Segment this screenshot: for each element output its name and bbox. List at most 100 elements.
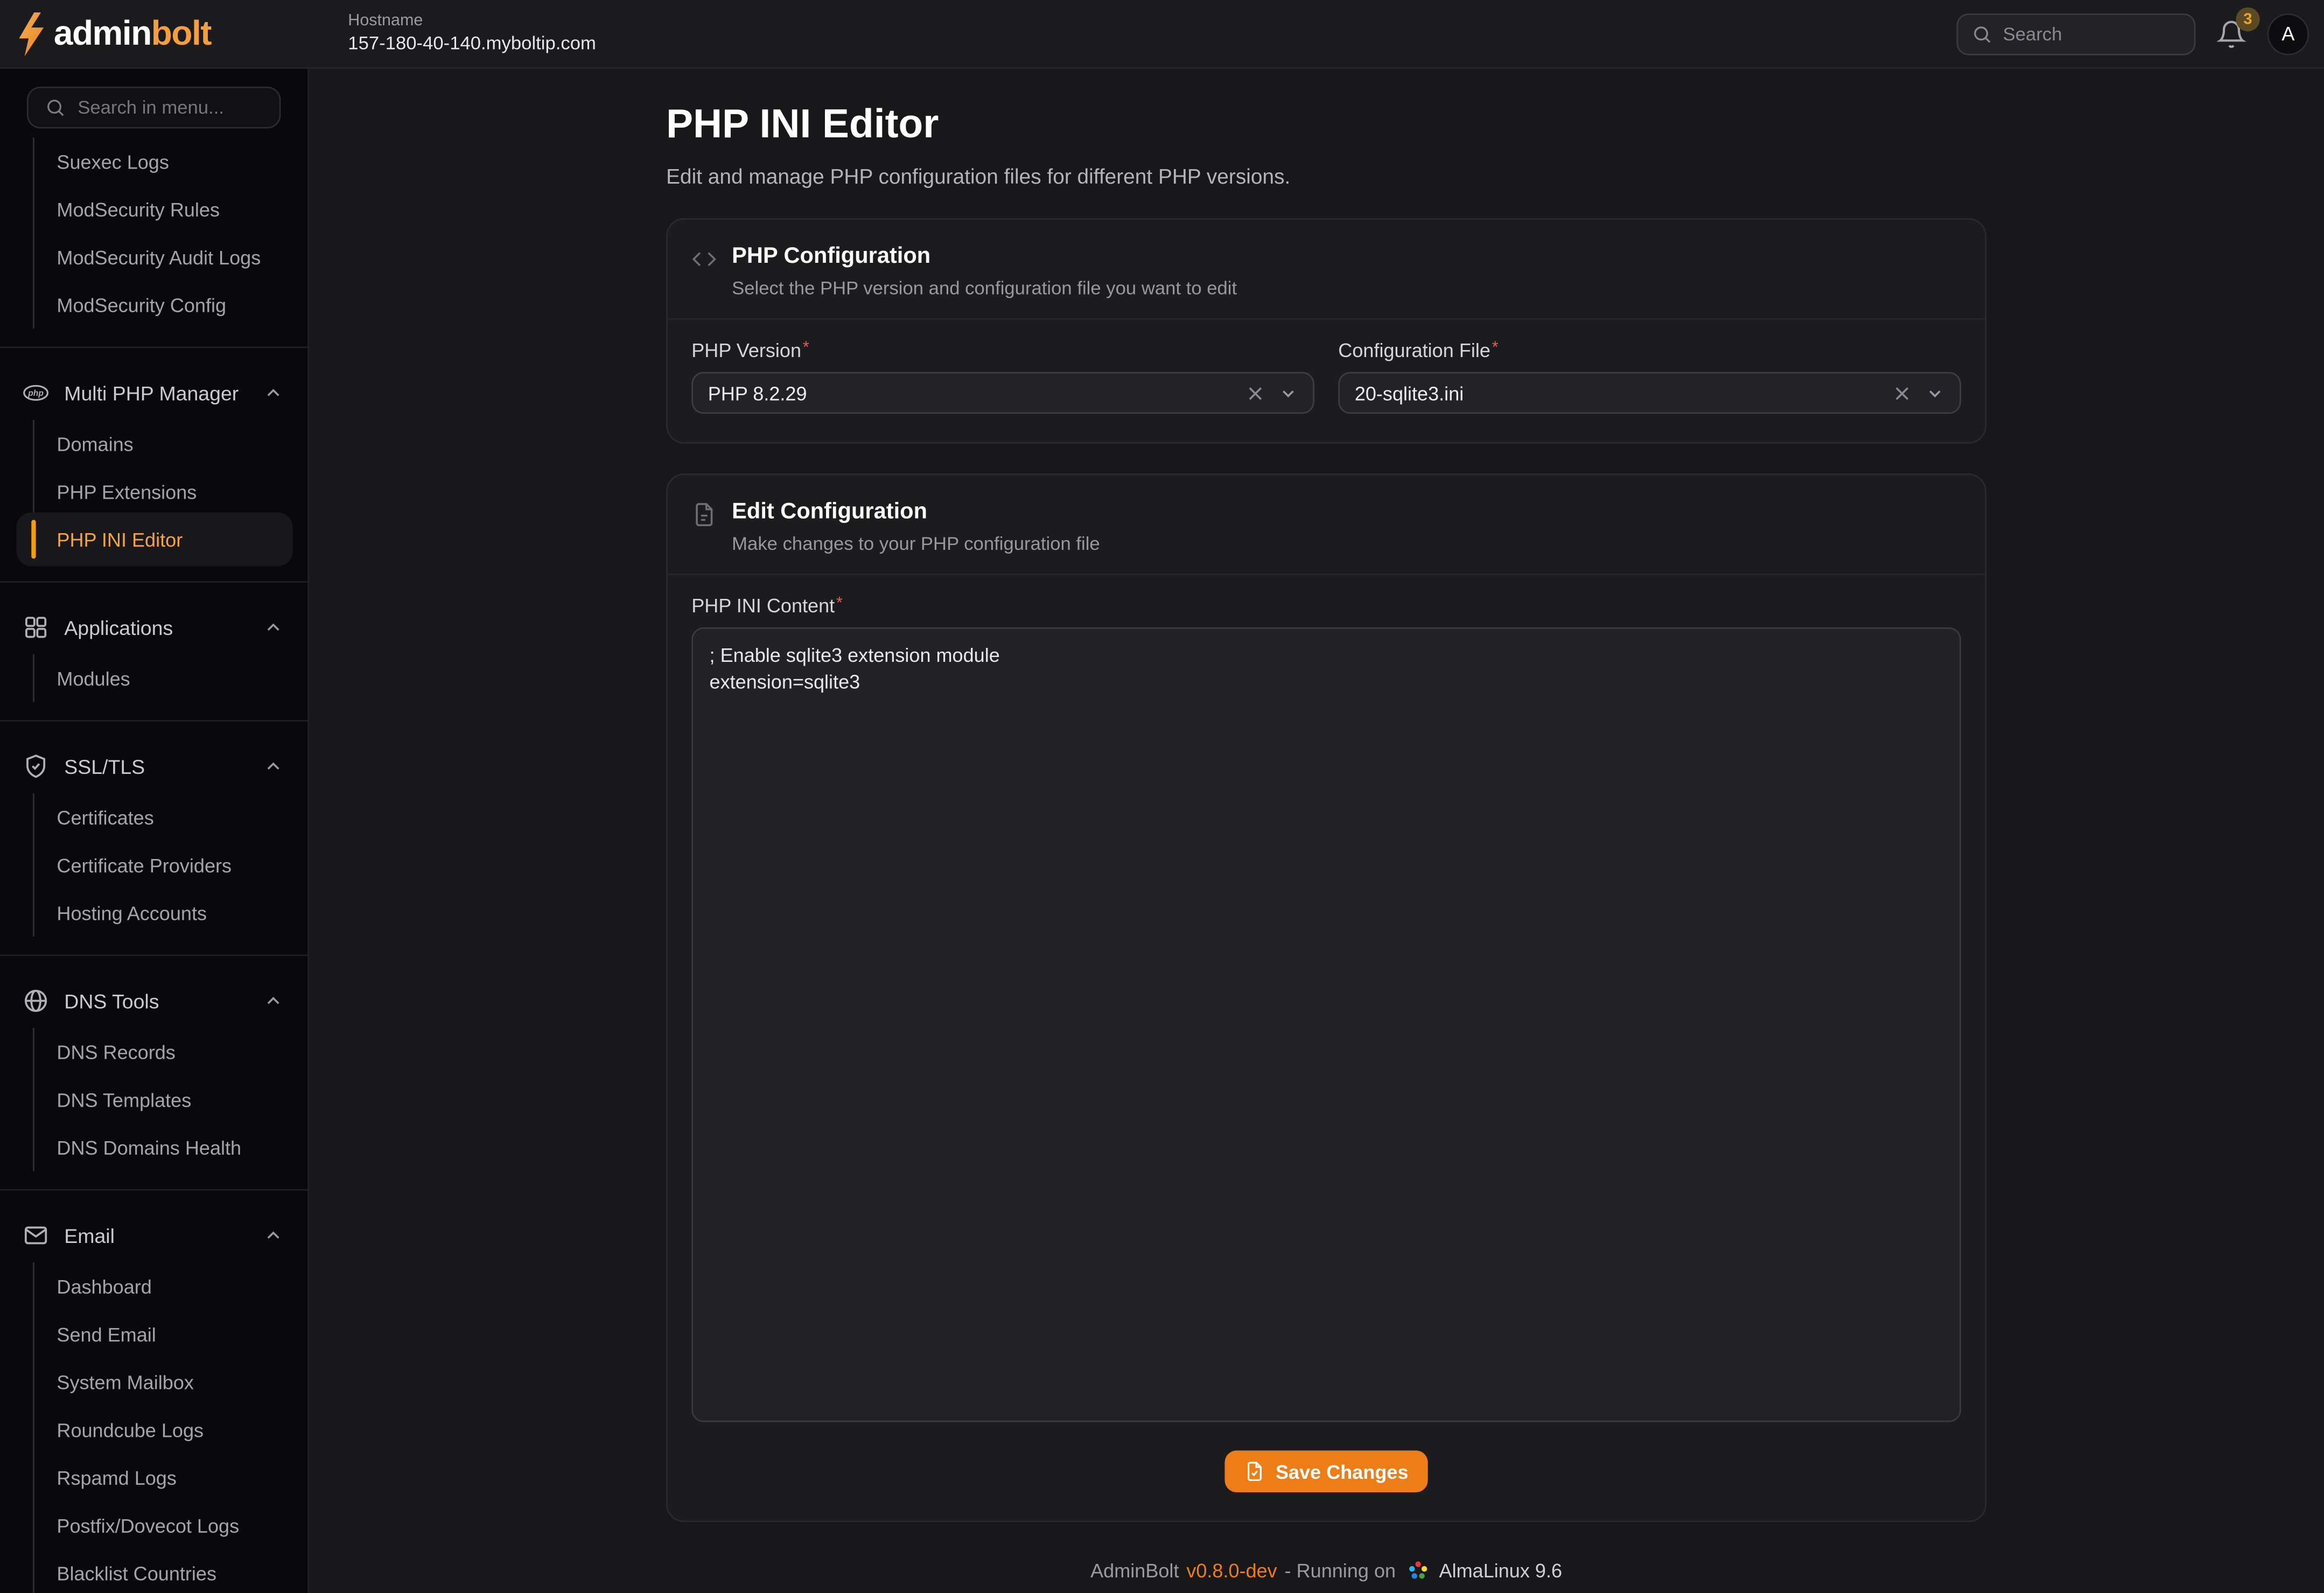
sidebar-item-dns-templates[interactable]: DNS Templates	[34, 1075, 308, 1123]
php-icon: php	[23, 380, 50, 407]
required-asterisk: *	[836, 595, 843, 612]
footer-os-name: AlmaLinux 9.6	[1439, 1560, 1563, 1582]
svg-text:php: php	[27, 389, 44, 398]
sidebar-item-certificates[interactable]: Certificates	[34, 793, 308, 841]
footer-version: v0.8.0-dev	[1186, 1560, 1277, 1582]
php-ini-content-textarea[interactable]: ; Enable sqlite3 extension module extens…	[691, 627, 1961, 1422]
hostname-label: Hostname	[348, 12, 596, 32]
sidebar-item-php-ini-editor[interactable]: PHP INI Editor	[34, 515, 308, 563]
sidebar-section-label: Multi PHP Manager	[64, 382, 263, 404]
php-version-field: PHP Version* PHP 8.2.29	[691, 339, 1314, 414]
sidebar-section-label: SSL/TLS	[64, 755, 263, 778]
sidebar-item-label: Certificate Providers	[57, 854, 232, 876]
globe-icon	[23, 987, 50, 1014]
sidebar-item-hosting-accounts[interactable]: Hosting Accounts	[34, 889, 308, 937]
sidebar-search[interactable]	[27, 87, 281, 129]
chevron-up-icon	[263, 382, 284, 403]
notifications-button[interactable]: 3	[2216, 19, 2246, 48]
chevron-up-icon	[263, 990, 284, 1011]
sidebar-item-suexec-logs[interactable]: Suexec Logs	[34, 137, 308, 185]
sidebar-item-label: Send Email	[57, 1323, 156, 1345]
sidebar-item-modsecurity-audit-logs[interactable]: ModSecurity Audit Logs	[34, 233, 308, 281]
chevron-down-icon[interactable]	[1278, 383, 1298, 402]
notifications-badge: 3	[2236, 6, 2259, 30]
required-asterisk: *	[1492, 339, 1499, 357]
sidebar-item-dns-records[interactable]: DNS Records	[34, 1028, 308, 1075]
sidebar-item-label: ModSecurity Config	[57, 294, 226, 316]
brand-name: adminbolt	[54, 13, 211, 54]
configuration-file-label: Configuration File*	[1338, 339, 1961, 362]
sidebar-item-postfix-dovecot-logs[interactable]: Postfix/Dovecot Logs	[34, 1501, 308, 1549]
sidebar-item-label: DNS Records	[57, 1040, 175, 1063]
sidebar-divider	[0, 954, 307, 956]
sidebar-item-modsecurity-rules[interactable]: ModSecurity Rules	[34, 185, 308, 233]
chevron-up-icon	[263, 756, 284, 777]
file-text-icon	[691, 502, 717, 527]
topbar-search-input[interactable]	[2003, 23, 2181, 44]
sidebar-item-label: Certificates	[57, 806, 153, 828]
clear-icon[interactable]	[1245, 383, 1265, 402]
grid-icon	[23, 614, 50, 641]
configuration-file-select[interactable]: 20-sqlite3.ini	[1338, 372, 1961, 414]
almalinux-logo-icon	[1406, 1560, 1429, 1582]
sidebar-item-php-extensions[interactable]: PHP Extensions	[34, 467, 308, 515]
sidebar-item-blacklist-countries[interactable]: Blacklist Countries	[34, 1549, 308, 1593]
sidebar-item-dns-domains-health[interactable]: DNS Domains Health	[34, 1123, 308, 1171]
sidebar-search-input[interactable]	[78, 97, 263, 118]
chevron-up-icon	[263, 1225, 284, 1246]
sidebar-section-label: Applications	[64, 616, 263, 639]
sidebar-nav: Suexec Logs ModSecurity Rules ModSecurit…	[0, 137, 307, 1593]
sidebar-item-label: Dashboard	[57, 1275, 151, 1297]
sidebar-section-ssl-tls[interactable]: SSL/TLS	[0, 739, 307, 793]
sidebar-item-label: DNS Domains Health	[57, 1136, 241, 1158]
configuration-file-field: Configuration File* 20-sqlite3.ini	[1338, 339, 1961, 414]
sidebar: Suexec Logs ModSecurity Rules ModSecurit…	[0, 69, 309, 1593]
card-title: Edit Configuration	[732, 499, 1100, 524]
sidebar-item-roundcube-logs[interactable]: Roundcube Logs	[34, 1406, 308, 1454]
sidebar-item-modsecurity-config[interactable]: ModSecurity Config	[34, 281, 308, 329]
sidebar-item-label: PHP INI Editor	[57, 528, 183, 551]
sidebar-item-label: ModSecurity Audit Logs	[57, 246, 261, 268]
sidebar-divider	[0, 347, 307, 348]
sidebar-item-label: Hosting Accounts	[57, 902, 207, 924]
page-subtitle: Edit and manage PHP configuration files …	[666, 164, 2324, 188]
sidebar-item-label: Modules	[57, 667, 130, 689]
clear-icon[interactable]	[1892, 383, 1912, 402]
php-version-label: PHP Version*	[691, 339, 1314, 362]
edit-configuration-card: Edit Configuration Make changes to your …	[666, 473, 1986, 1522]
sidebar-item-label: Roundcube Logs	[57, 1419, 204, 1441]
save-changes-button[interactable]: Save Changes	[1225, 1450, 1428, 1492]
sidebar-divider	[0, 581, 307, 583]
brand-logo[interactable]: adminbolt	[0, 10, 309, 58]
sidebar-item-certificate-providers[interactable]: Certificate Providers	[34, 841, 308, 889]
sidebar-item-modules[interactable]: Modules	[34, 654, 308, 702]
php-ini-content-label: PHP INI Content*	[691, 595, 1961, 617]
topbar: adminbolt Hostname 157-180-40-140.mybolt…	[0, 0, 2324, 69]
sidebar-item-label: Postfix/Dovecot Logs	[57, 1514, 239, 1536]
sidebar-item-dashboard[interactable]: Dashboard	[34, 1262, 308, 1310]
card-title: PHP Configuration	[732, 243, 1237, 269]
hostname-value: 157-180-40-140.myboltip.com	[348, 32, 596, 55]
chevron-down-icon[interactable]	[1925, 383, 1944, 402]
topbar-search[interactable]	[1957, 13, 2196, 55]
sidebar-section-dns-tools[interactable]: DNS Tools	[0, 974, 307, 1028]
mail-icon	[23, 1222, 50, 1249]
sidebar-item-domains[interactable]: Domains	[34, 420, 308, 467]
main-content: PHP INI Editor Edit and manage PHP confi…	[309, 69, 2324, 1593]
footer: AdminBolt v0.8.0-dev - Running on AlmaLi…	[666, 1560, 1986, 1582]
required-asterisk: *	[803, 339, 809, 357]
sidebar-section-applications[interactable]: Applications	[0, 600, 307, 654]
avatar[interactable]: A	[2267, 13, 2309, 55]
configuration-file-value: 20-sqlite3.ini	[1355, 382, 1893, 404]
card-subtitle: Make changes to your PHP configuration f…	[732, 533, 1100, 554]
php-version-select[interactable]: PHP 8.2.29	[691, 372, 1314, 414]
chevron-up-icon	[263, 617, 284, 638]
sidebar-item-send-email[interactable]: Send Email	[34, 1310, 308, 1358]
php-configuration-card: PHP Configuration Select the PHP version…	[666, 218, 1986, 444]
sidebar-item-rspamd-logs[interactable]: Rspamd Logs	[34, 1454, 308, 1501]
sidebar-section-email[interactable]: Email	[0, 1208, 307, 1262]
footer-running-text: - Running on	[1285, 1560, 1396, 1582]
sidebar-item-label: Rspamd Logs	[57, 1466, 177, 1489]
sidebar-item-system-mailbox[interactable]: System Mailbox	[34, 1358, 308, 1406]
sidebar-section-multi-php-manager[interactable]: php Multi PHP Manager	[0, 366, 307, 420]
